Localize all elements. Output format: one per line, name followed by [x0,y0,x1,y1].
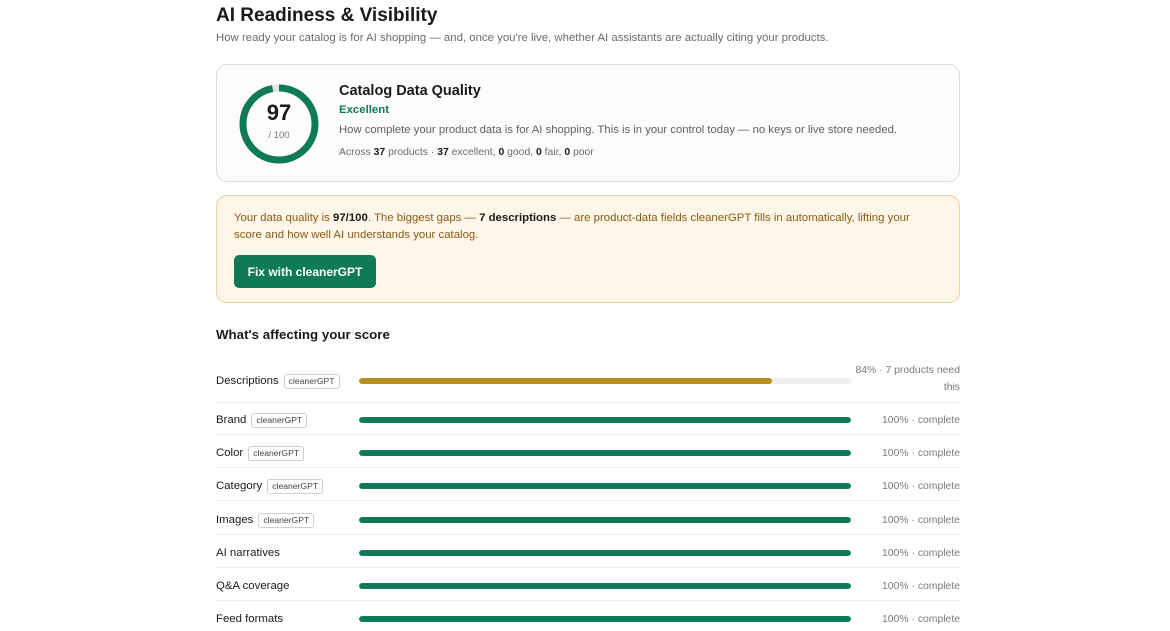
factor-label: Category cleanerGPT [216,478,324,494]
factor-label-text: Feed formats [216,613,284,625]
factor-label: Feed formats [216,611,283,627]
fix-with-cleanergpt-button[interactable]: Fix with cleanerGPT [234,255,376,288]
cleanergpt-tag: cleanerGPT [283,373,340,389]
factor-row: Feed formats 100% · complete [216,607,960,631]
factor-label-text: Brand [216,414,247,426]
progress-bar-track [359,517,851,523]
factor-label-text: Images [216,514,254,526]
stats-excellent-count: 37 [437,147,449,158]
factor-label: Color cleanerGPT [216,445,305,461]
cleanergpt-tag: cleanerGPT [251,412,308,428]
progress-bar-fill [359,616,851,622]
progress-bar-track [359,616,851,622]
stats-excellent-suffix: excellent, [448,147,499,158]
row-divider [216,434,960,435]
card-description: How complete your product data is for AI… [339,124,898,136]
factors-section-title: What's affecting your score [216,327,390,342]
progress-bar-track [359,583,851,589]
factor-meta: 100% · complete [882,580,960,592]
progress-bar-fill [359,550,851,556]
progress-bar-track [359,483,851,489]
product-stats: Across 37 products · 37 excellent, 0 goo… [339,147,594,158]
score-value: 97 [266,100,292,125]
factor-row: Images cleanerGPT 100% · complete [216,508,960,532]
page-subtitle: How ready your catalog is for AI shoppin… [216,32,829,44]
factor-label: Q&A coverage [216,578,289,594]
callout-text: Your data quality is 97/100. The biggest… [234,210,934,243]
progress-bar-fill [359,517,851,523]
row-divider [216,500,960,501]
card-title: Catalog Data Quality [339,83,481,99]
progress-bar-fill [359,583,851,589]
factor-meta: 84% · 7 products need this [855,365,960,393]
progress-bar-track [359,378,851,384]
stats-good-suffix: good, [504,147,536,158]
row-divider [216,567,960,568]
factor-label: Images cleanerGPT [216,512,315,528]
status-badge: Excellent [339,104,390,116]
page-title: AI Readiness & Visibility [216,5,438,26]
factor-row: Q&A coverage 100% · complete [216,574,960,598]
factor-label: Descriptions cleanerGPT [216,373,340,389]
row-divider [216,534,960,535]
factor-label: AI narratives [216,545,280,561]
factor-label-text: Descriptions [216,375,279,387]
progress-bar-track [359,550,851,556]
callout-score: 97/100 [333,212,368,224]
factor-row: Category cleanerGPT 100% · complete [216,474,960,498]
progress-bar-fill [359,450,851,456]
progress-bar-fill [359,417,851,423]
factor-row: Descriptions cleanerGPT 84% · 7 products n… [216,362,960,400]
row-divider [216,600,960,601]
data-gap-callout: Your data quality is 97/100. The biggest… [216,195,960,303]
callout-text-1: Your data quality is [234,212,333,224]
stats-products-suffix: products · [385,147,438,158]
factor-meta: 100% · complete [882,514,960,526]
factor-row: AI narratives 100% · complete [216,541,960,565]
cleanergpt-tag: cleanerGPT [267,478,324,494]
progress-bar-fill [359,378,773,384]
row-divider [216,402,960,403]
cleanergpt-tag: cleanerGPT [248,445,305,461]
factor-row: Brand cleanerGPT 100% · complete [216,408,960,432]
factor-meta: 100% · complete [882,480,960,492]
progress-bar-track [359,450,851,456]
score-gauge: 97 / 100 [238,83,320,165]
factor-meta: 100% · complete [882,414,960,426]
factor-label-text: Color [216,447,244,459]
score-max: / 100 [268,130,290,141]
callout-gap: 7 descriptions [479,212,557,224]
stats-products-count: 37 [373,147,386,158]
stats-prefix: Across [339,147,374,158]
callout-text-2: . The biggest gaps — [367,212,480,224]
progress-bar-track [359,417,851,423]
factor-label-text: AI narratives [216,547,280,559]
factor-meta: 100% · complete [882,547,960,559]
factor-meta: 100% · complete [882,447,960,459]
progress-bar-fill [359,483,851,489]
cleanergpt-tag: cleanerGPT [258,512,315,528]
factor-label: Brand cleanerGPT [216,412,308,428]
row-divider [216,467,960,468]
stats-poor-suffix: poor [570,147,594,158]
factor-row: Color cleanerGPT 100% · complete [216,441,960,465]
stats-fair-suffix: fair, [541,147,565,158]
factor-meta: 100% · complete [882,613,960,625]
factor-label-text: Q&A coverage [216,580,290,592]
factor-label-text: Category [216,480,263,492]
catalog-quality-card: 97 / 100 Catalog Data Quality Excellent … [216,64,960,182]
